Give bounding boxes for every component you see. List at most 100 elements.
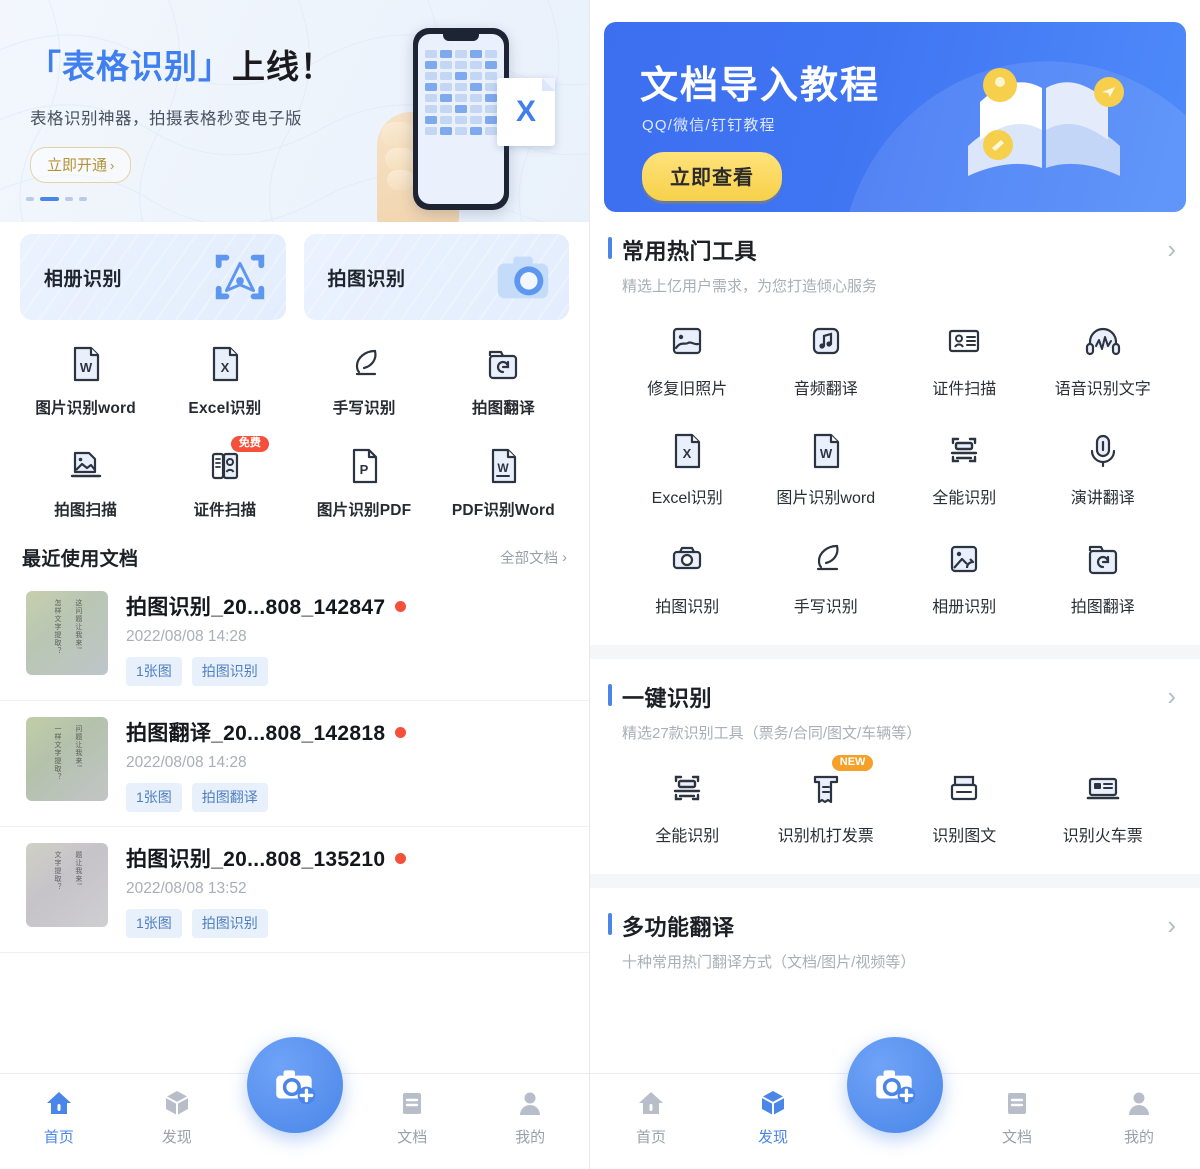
tutorial-cta-button[interactable]: 立即查看 [642,152,782,201]
document-tags: 1张图 拍图识别 [126,657,567,686]
carousel-dot[interactable] [26,197,34,201]
document-thumbnail: 一样文字提取？ 问题让我来! [26,717,108,801]
unread-dot-icon [395,726,407,738]
omni-scan-icon [943,429,985,471]
section-one-key-recognition: 一键识别 精选27款识别工具（票务/合同/图文/车辆等） › 全能识别 NEW [590,659,1200,856]
tool-item-image-to-word[interactable]: W 图片识别word [757,421,896,518]
tab-home[interactable]: 首页 [590,1088,712,1147]
tool-label: 识别图文 [932,828,997,845]
document-name: 拍图翻译_20...808_142818 [126,722,386,745]
tool-item-excel-recognition[interactable]: X Excel识别 [618,421,757,518]
tool-item-train-ticket[interactable]: 识别火车票 [1034,759,1173,856]
tool-label: 语音识别文字 [1054,381,1151,398]
camera-scan-icon [497,256,549,299]
tag-type: 拍图翻译 [191,783,268,812]
chevron-right-icon[interactable]: › [1167,234,1182,265]
tool-label: 图片识别word [35,400,136,417]
entry-card-album-scan[interactable]: 相册识别 [20,234,286,320]
tool-item-id-card-scan[interactable]: 免费 证件扫描 [155,436,294,528]
excel-file-glyph: X [515,95,536,128]
tool-label: 手写识别 [332,400,396,417]
all-documents-link[interactable]: 全部文档 › [500,547,567,568]
entry-card-photo-scan[interactable]: 拍图识别 [303,234,569,320]
section-divider-band [590,645,1200,659]
receipt-icon [805,767,847,809]
phone-illustration: X [369,24,555,222]
document-date: 2022/08/08 14:28 [126,754,247,771]
camera-fab-button[interactable] [246,1037,343,1133]
promo-banner-carousel[interactable]: 「表格识别」上线！ 表格识别神器，拍摄表格秒变电子版 立即开通 › X [0,0,589,222]
tool-item-pdf-to-word[interactable]: W PDF识别Word [434,440,573,528]
music-note-icon [805,320,847,362]
tool-item-album-scan[interactable]: 相册识别 [895,530,1034,627]
tab-label: 我的 [515,1129,546,1146]
tool-item-image-to-pdf[interactable]: P 图片识别PDF [295,440,434,528]
tool-item-voice-to-text[interactable]: 语音识别文字 [1034,312,1173,409]
tool-item-audio-translate[interactable]: 音频翻译 [757,312,896,409]
carousel-dot[interactable] [79,197,87,201]
chevron-right-icon: › [562,549,567,566]
tool-item-handwriting[interactable]: 手写识别 [757,530,896,627]
section-header[interactable]: 多功能翻译 十种常用热门翻译方式（文档/图片/视频等） › [608,910,1182,972]
tab-label: 文档 [397,1129,428,1146]
tool-label: 识别机打发票 [777,828,874,845]
tab-home[interactable]: 首页 [0,1088,118,1147]
tool-item-photo-scan[interactable]: 拍图扫描 [16,440,155,528]
chevron-right-icon[interactable]: › [1167,910,1182,941]
carousel-dot[interactable] [65,197,73,201]
tab-profile[interactable]: 我的 [1078,1088,1200,1147]
tool-label: 手写识别 [793,599,858,616]
document-name: 拍图识别_20...808_135210 [126,848,386,871]
tool-item-image-to-word[interactable]: W 图片识别word [16,338,155,426]
banner-cta-button[interactable]: 立即开通 › [30,147,132,183]
section-header[interactable]: 常用热门工具 精选上亿用户需求，为您打造倾心服务 › [608,234,1182,296]
entry-card-label: 拍图识别 [327,268,406,290]
photo-scan-icon [66,446,106,486]
tool-item-photo-scan[interactable]: 拍图识别 [618,530,757,627]
finger-shape [387,170,414,190]
document-list-item[interactable]: 文字提取？ 题让我来! 拍图识别_20...808_135210 2022/08… [0,827,589,953]
document-title-row: 拍图翻译_20...808_142818 [126,717,567,747]
tab-discover[interactable]: 发现 [118,1088,236,1147]
camera-fab-button[interactable] [847,1037,943,1133]
tool-item-speech-translate[interactable]: 演讲翻译 [1034,421,1173,518]
banner-subtitle: 表格识别神器，拍摄表格秒变电子版 [30,110,302,128]
banner-title-highlight: 表格识别 [62,48,198,85]
tab-profile[interactable]: 我的 [471,1088,589,1147]
recent-docs-title: 最近使用文档 [22,549,139,570]
tool-item-photo-translate[interactable]: 拍图翻译 [434,338,573,426]
tool-item-id-card-scan[interactable]: 证件扫描 [895,312,1034,409]
tool-label: 图片识别word [776,490,876,507]
tool-item-photo-translate[interactable]: 拍图翻译 [1034,530,1173,627]
tool-item-omni-scan[interactable]: 全能识别 [618,759,757,856]
tool-item-handwriting[interactable]: 手写识别 [295,338,434,426]
tool-label: 修复旧照片 [647,381,728,398]
carousel-dots[interactable] [26,197,87,201]
right-phone-panel: 文档导入教程 QQ/微信/钉钉教程 立即查看 常用热门工具 精选上亿用户需求，为… [590,0,1200,1169]
document-tags: 1张图 拍图识别 [126,909,567,938]
tool-item-omni-scan[interactable]: 全能识别 [895,421,1034,518]
chevron-right-icon[interactable]: › [1167,681,1182,712]
tutorial-banner[interactable]: 文档导入教程 QQ/微信/钉钉教程 立即查看 [604,22,1186,212]
tab-label: 首页 [635,1129,666,1146]
tool-item-excel-recognition[interactable]: X Excel识别 [155,338,294,426]
document-list-item[interactable]: 一样文字提取？ 问题让我来! 拍图翻译_20...808_142818 2022… [0,701,589,827]
carousel-dot-active[interactable] [40,197,59,201]
tab-documents[interactable]: 文档 [353,1088,471,1147]
tool-item-machine-invoice[interactable]: NEW 识别机打发票 [757,755,896,856]
document-list-item[interactable]: 怎样文字提取？ 这问题让我来! 拍图识别_20...808_142847 202… [0,575,589,701]
tool-label: Excel识别 [651,490,723,507]
tool-label: 拍图翻译 [471,400,535,417]
tool-item-photo-repair[interactable]: 修复旧照片 [618,312,757,409]
tool-item-text-image[interactable]: 识别图文 [895,759,1034,856]
tab-discover[interactable]: 发现 [712,1088,834,1147]
section-header[interactable]: 一键识别 精选27款识别工具（票务/合同/图文/车辆等） › [608,681,1182,743]
tutorial-banner-title: 文档导入教程 [640,65,881,107]
entry-card-row: 相册识别 拍图识别 [0,222,589,320]
svg-text:X: X [683,446,692,461]
tab-documents[interactable]: 文档 [956,1088,1078,1147]
id-card-scan-icon [943,320,985,362]
thumbnail-text: 怎样文字提取？ 这问题让我来! [54,599,82,655]
dual-phone-screenshot: 「表格识别」上线！ 表格识别神器，拍摄表格秒变电子版 立即开通 › X 相册识别… [0,0,1200,1169]
tool-label: 全能识别 [932,490,997,507]
